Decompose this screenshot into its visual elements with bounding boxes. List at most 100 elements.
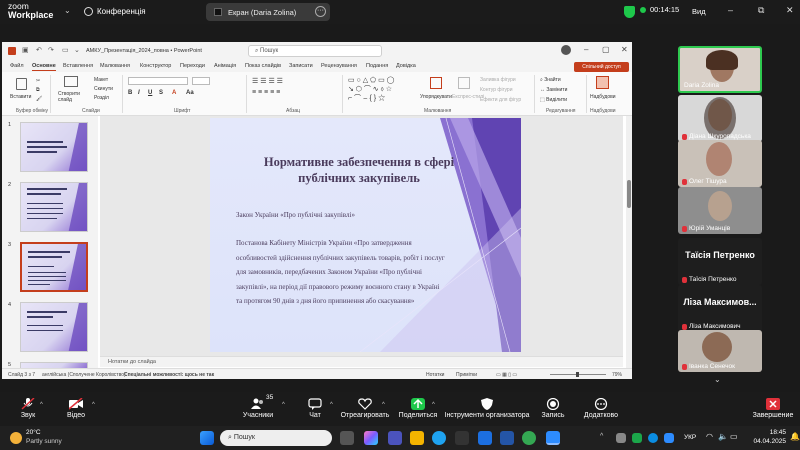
tab-record[interactable]: Записати (289, 63, 313, 69)
shapes-gallery-icon[interactable]: ▭ ○ △ ⬠ ▭ ◯ ↘ ⬡ ⌒ ∿ ⬨ ☆ ⌐ ⌒ ⌢ { } ☆ (348, 76, 410, 103)
share-screen-button[interactable]: Поделиться (398, 392, 438, 426)
zoom-app-icon[interactable] (546, 431, 560, 445)
customize-toolbar-icon[interactable]: ⌄ (74, 46, 80, 54)
arrange-button[interactable]: Упорядкувати (420, 94, 452, 100)
security-shield-icon[interactable] (624, 6, 635, 18)
minimize-icon[interactable]: – (584, 45, 588, 54)
redo-icon[interactable]: ↷ (48, 46, 54, 54)
teams-icon[interactable] (388, 431, 402, 445)
weather-temperature[interactable]: 20°C (26, 429, 41, 436)
copilot-icon[interactable] (364, 431, 378, 445)
caret-up-icon[interactable]: ^ (92, 402, 95, 408)
font-color-icon[interactable]: A (172, 90, 176, 96)
taskbar-search[interactable]: ⌕ Пошук (220, 430, 332, 446)
close-icon[interactable]: ✕ (621, 45, 628, 54)
ppt-search-box[interactable]: ⌕ Пошук (248, 45, 382, 57)
battery-icon[interactable]: ▭ (730, 432, 738, 441)
clock-date[interactable]: 04.04.2025 (746, 438, 786, 445)
file-explorer-icon[interactable] (410, 431, 424, 445)
caret-up-icon[interactable]: ^ (330, 402, 333, 408)
zoom-slider-handle[interactable] (576, 372, 579, 377)
italic-icon[interactable]: I (138, 90, 140, 96)
share-button[interactable]: Спільний доступ (574, 62, 629, 72)
format-painter-icon[interactable]: 🖌 (36, 96, 42, 102)
highlight-icon[interactable]: Aa (186, 90, 194, 96)
scrollbar-thumb[interactable] (627, 180, 631, 208)
addins-button[interactable]: Надбудови (590, 94, 616, 100)
caret-up-icon[interactable]: ^ (282, 402, 285, 408)
arrange-icon[interactable] (430, 77, 442, 89)
more-button[interactable]: Додатково (578, 392, 624, 426)
tab-slideshow[interactable]: Показ слайдів (245, 63, 281, 69)
close-button[interactable]: ✕ (786, 5, 794, 16)
bold-icon[interactable]: B (128, 90, 132, 96)
slide-thumbnail-3[interactable] (20, 242, 88, 292)
caret-up-icon[interactable]: ^ (432, 402, 435, 408)
restore-button[interactable]: ⧉ (758, 5, 764, 16)
replace-button[interactable]: ↔ Замінити (540, 87, 567, 93)
tray-app-icon[interactable] (648, 433, 658, 443)
tab-file[interactable]: Файл (10, 63, 24, 69)
participant-tile[interactable]: Іванка Сенечок (678, 330, 762, 372)
video-button[interactable]: Відео (58, 392, 94, 426)
react-button[interactable]: Отреагировать (340, 392, 390, 426)
view-button[interactable]: Вид (692, 7, 706, 16)
addins-icon[interactable] (596, 76, 609, 89)
chevron-up-icon[interactable]: ^ (600, 433, 603, 440)
chrome-icon[interactable] (522, 431, 536, 445)
slide-thumbnail-4[interactable] (20, 302, 88, 352)
caret-up-icon[interactable]: ^ (382, 402, 385, 408)
record-button[interactable]: Запись (540, 392, 566, 426)
weather-description[interactable]: Partly sunny (26, 438, 62, 445)
shape-outline-button[interactable]: Контур фігури (480, 87, 512, 93)
new-slide-button[interactable]: Створити слайд (58, 91, 88, 103)
participant-tile[interactable]: Олег Тішура (678, 140, 762, 187)
section-button[interactable]: Розділ (94, 95, 109, 101)
tab-view[interactable]: Подання (366, 63, 388, 69)
new-slide-icon[interactable] (64, 76, 78, 87)
word-icon[interactable] (500, 431, 514, 445)
chevron-down-icon[interactable]: ⌄ (64, 6, 71, 15)
slide-body-text[interactable]: Закон України «Про публічні закупівлі» (236, 208, 446, 223)
notes-toggle[interactable]: Нотатки (426, 372, 444, 378)
underline-icon[interactable]: U (148, 90, 152, 96)
participant-tile[interactable]: Діана Шкуропадська (678, 95, 762, 142)
host-tools-button[interactable]: Інструменти организатора (444, 392, 530, 426)
tab-help[interactable]: Довідка (396, 63, 416, 69)
slide-editor[interactable]: Нормативне забезпечення в сфері публічни… (100, 116, 623, 356)
notes-pane[interactable]: Нотатки до слайда (100, 356, 623, 367)
participant-tile[interactable]: Daria Zolina (678, 46, 762, 93)
slide-thumbnails-pane[interactable]: 1 2 3 4 5 (2, 116, 98, 371)
current-slide[interactable]: Нормативне забезпечення в сфері публічни… (210, 118, 521, 352)
start-icon[interactable] (200, 431, 214, 445)
clock-time[interactable]: 18:45 (750, 429, 786, 436)
tab-review[interactable]: Рецензування (321, 63, 357, 69)
font-name-dropdown[interactable] (128, 77, 188, 85)
reset-button[interactable]: Скинути (94, 86, 113, 92)
shared-screen[interactable]: ▣ ↶ ↷ ▭ ⌄ АМКУ_Презентація_2024_повна • … (2, 42, 632, 379)
zoom-level[interactable]: 79% (612, 372, 622, 378)
select-button[interactable]: ⬚ Виділити (540, 97, 567, 103)
slide-thumbnail-2[interactable] (20, 182, 88, 232)
slide-title[interactable]: Нормативне забезпечення в сфері публічни… (254, 154, 464, 186)
caret-up-icon[interactable]: ^ (40, 402, 43, 408)
participant-tile[interactable]: Ліза Максимов... Ліза Максимович (678, 285, 762, 332)
paste-label[interactable]: Вставити (10, 94, 31, 100)
vertical-scrollbar[interactable] (626, 116, 632, 368)
participant-tile[interactable]: Юрій Уманців (678, 187, 762, 234)
bullets-icon[interactable]: ☰ ☰ ☰ ☰ (252, 77, 283, 85)
quick-styles-icon[interactable] (458, 77, 470, 89)
chevron-down-icon[interactable]: ⌄ (714, 375, 721, 384)
minimize-button[interactable]: – (728, 5, 733, 15)
tray-app-icon[interactable] (616, 433, 626, 443)
slide-body-text[interactable]: Постанова Кабінету Міністрів України «Пр… (236, 236, 446, 309)
comments-toggle[interactable]: Примітки (456, 372, 477, 378)
edge-icon[interactable] (432, 431, 446, 445)
undo-icon[interactable]: ↶ (36, 46, 42, 54)
store-icon[interactable] (455, 431, 469, 445)
input-language[interactable]: УКР (684, 434, 696, 441)
participant-tile[interactable]: Таїсія Петренко Таїсія Петренко (678, 238, 762, 285)
avatar[interactable] (561, 45, 571, 55)
layout-button[interactable]: Макет (94, 77, 108, 83)
normal-view-icon[interactable]: ▭ ▦ ▯ ▭ (496, 372, 517, 378)
